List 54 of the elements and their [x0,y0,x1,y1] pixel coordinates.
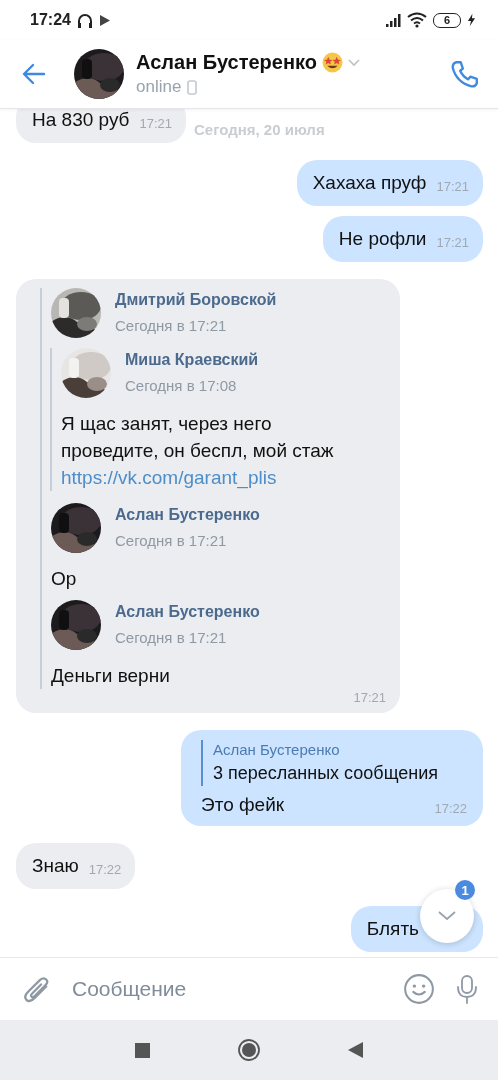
message-time: 17:21 [139,115,173,133]
message-text: Не рофли [338,227,427,251]
author-name[interactable]: Аслан Бустеренко [115,602,260,622]
headphones-icon [76,11,93,29]
message-text: Блять [366,917,419,941]
message-bubble[interactable]: Знаю 17:22 [16,843,136,889]
author-name[interactable]: Дмитрий Боровской [115,290,277,310]
message-text: Я щас занят, через него проведите, он беспл, мой стаж [61,412,335,463]
message-time: 17:21 [436,234,469,252]
play-icon [98,13,111,27]
message-time: 17:21 [436,178,469,196]
author-name: Аслан Бустеренко [213,740,341,760]
battery-icon: 6 [433,12,461,28]
phone-icon [187,79,198,95]
author-name[interactable]: Миша Краевский [125,350,259,370]
message-bubble[interactable]: На 830 руб 17:21 [16,109,187,143]
message-text: Это фейк [201,793,285,817]
call-icon[interactable] [450,59,480,89]
unread-badge: 1 [455,880,475,900]
message-time: 17:22 [434,800,467,818]
message-input[interactable]: Сообщение [72,971,382,1007]
message-text: Знаю [32,854,79,878]
contact-name: Аслан Бустеренко [136,51,317,74]
message-text: Деньги верни [51,664,171,688]
message-time: 17:22 [88,861,122,879]
message-bubble[interactable]: Хахаха пруф 17:21 [296,160,483,206]
message-date: Сегодня в 17:21 [115,628,228,648]
wifi-icon [407,12,427,28]
smile-icon[interactable] [404,974,434,1004]
charging-icon [467,13,476,27]
message-time: 17:21 [353,689,386,707]
message-text: Хахаха пруф [312,171,427,195]
message-bubble[interactable]: Аслан Бустеренко 3 пересланных сообщения Это фейк 17:22 [181,730,483,826]
message-text: На 830 руб [32,109,130,132]
message-date: Сегодня в 17:08 [125,376,238,396]
message-bubble[interactable] [16,279,400,713]
forward-summary[interactable]: 3 пересланных сообщения [213,760,467,786]
message-date: Сегодня в 17:21 [115,316,228,336]
clock-time: 17:24 [30,11,71,29]
paperclip-icon[interactable] [22,975,50,1003]
recents-icon[interactable] [135,1042,150,1058]
signal-icon [386,13,401,27]
microphone-icon[interactable] [456,974,478,1004]
online-status: online [136,77,182,97]
author-name[interactable]: Аслан Бустеренко [115,505,260,525]
message-bubble[interactable]: Не рофли 17:21 [322,216,483,262]
back-icon[interactable] [348,1042,363,1058]
message-date: Сегодня в 17:21 [115,531,228,551]
message-text: Ор [51,567,78,591]
chevron-down-icon[interactable] [347,58,360,67]
home-icon[interactable] [238,1039,260,1061]
emoji-icon [321,52,343,73]
chevron-down-icon [438,911,456,921]
back-arrow-icon[interactable] [22,62,46,86]
